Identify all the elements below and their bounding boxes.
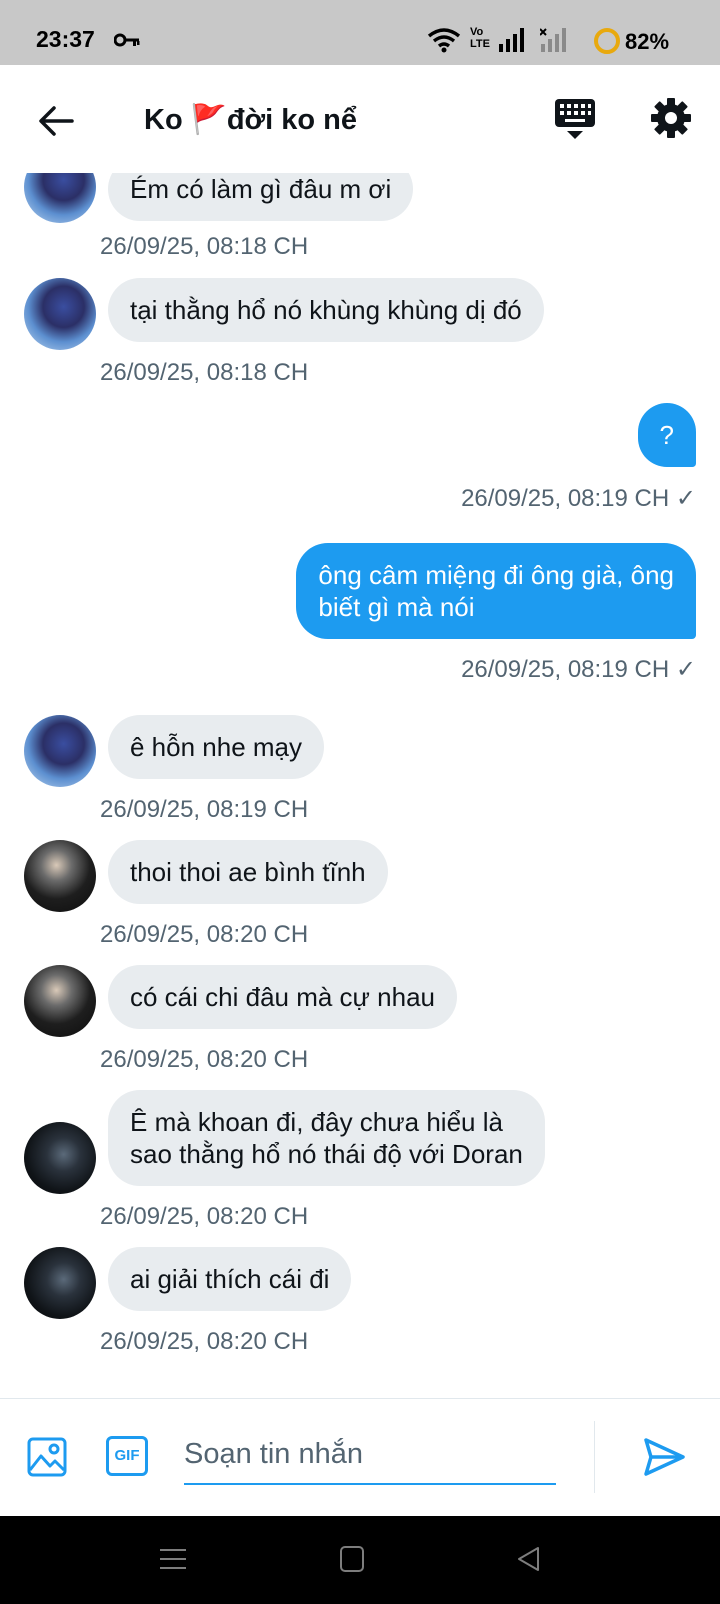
message-timestamp: 26/09/25, 08:19 CH ✓ — [461, 485, 696, 512]
key-icon — [114, 33, 140, 47]
composer-divider — [594, 1421, 595, 1493]
system-nav-bar — [0, 1516, 720, 1604]
chat-title: Ko 🚩đời ko nể — [144, 104, 358, 136]
gif-button[interactable]: GIF — [106, 1436, 148, 1476]
message-list[interactable]: Ém có làm gì đâu m ơi 26/09/25, 08:18 CH… — [0, 173, 720, 1398]
volte-top: Vo — [470, 26, 484, 38]
message-bubble-outgoing[interactable]: ông câm miệng đi ông già, ông biết gì mà… — [296, 543, 696, 639]
message-timestamp: 26/09/25, 08:20 CH — [100, 1203, 309, 1230]
message-timestamp: 26/09/25, 08:19 CH — [100, 796, 309, 823]
message-input[interactable] — [184, 1425, 556, 1485]
status-time: 23:37 — [36, 26, 95, 52]
message-bubble-incoming[interactable]: ê hỗn nhe mạy — [108, 715, 325, 779]
home-icon[interactable] — [340, 1546, 364, 1572]
avatar[interactable] — [24, 173, 96, 223]
battery-icon — [594, 28, 620, 54]
message-bubble-incoming[interactable]: Ê mà khoan đi, đây chưa hiểu là sao thằn… — [108, 1090, 545, 1186]
message-bubble-incoming[interactable]: ai giải thích cái đi — [108, 1247, 352, 1311]
avatar[interactable] — [24, 965, 96, 1037]
message-bubble-incoming[interactable]: tại thằng hổ nó khùng khùng dị đó — [108, 278, 544, 342]
message-bubble-incoming[interactable]: thoi thoi ae bình tĩnh — [108, 840, 388, 904]
battery-level: 82% — [625, 29, 670, 54]
signal-no-service-icon — [540, 28, 566, 52]
message-timestamp: 26/09/25, 08:18 CH — [100, 233, 309, 260]
nav-back-icon[interactable] — [516, 1546, 542, 1572]
message-timestamp: 26/09/25, 08:20 CH — [100, 921, 309, 948]
chat-header: Ko 🚩đời ko nể — [0, 65, 720, 173]
message-composer: GIF — [0, 1398, 720, 1517]
message-timestamp: 26/09/25, 08:20 CH — [100, 1328, 309, 1355]
message-timestamp: 26/09/25, 08:20 CH — [100, 1046, 309, 1073]
avatar[interactable] — [24, 1122, 96, 1194]
message-bubble-outgoing[interactable]: ? — [637, 403, 696, 467]
signal-icon — [499, 28, 524, 52]
volte-indicator: Vo LTE — [470, 26, 490, 50]
avatar[interactable] — [24, 840, 96, 912]
recents-icon[interactable] — [160, 1548, 186, 1570]
wifi-icon — [427, 28, 461, 53]
message-timestamp: 26/09/25, 08:19 CH ✓ — [461, 656, 696, 683]
image-icon[interactable] — [26, 1436, 68, 1478]
message-bubble-incoming[interactable]: có cái chi đâu mà cự nhau — [108, 965, 458, 1029]
message-timestamp: 26/09/25, 08:18 CH — [100, 359, 309, 386]
arrow-left-icon[interactable] — [36, 103, 76, 139]
avatar[interactable] — [24, 278, 96, 350]
avatar[interactable] — [24, 1247, 96, 1319]
send-icon[interactable] — [642, 1435, 686, 1479]
message-bubble-incoming[interactable]: Ém có làm gì đâu m ơi — [108, 173, 414, 221]
status-bar: 23:37 Vo LTE 82% — [0, 0, 720, 65]
keyboard-icon[interactable] — [553, 97, 597, 141]
volte-bottom: LTE — [470, 38, 490, 50]
avatar[interactable] — [24, 715, 96, 787]
gear-icon[interactable] — [650, 97, 692, 139]
